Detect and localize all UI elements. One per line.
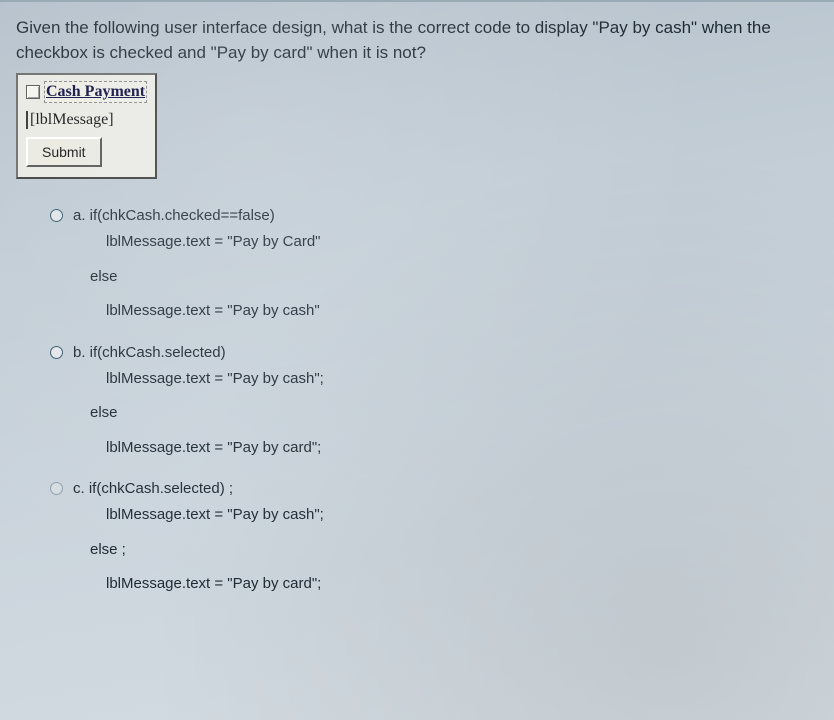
message-label: [lblMessage] bbox=[26, 111, 114, 129]
option-a-line1: lblMessage.text = "Pay by Card" bbox=[106, 228, 818, 257]
submit-button[interactable]: Submit bbox=[26, 137, 102, 167]
option-c-head: c. if(chkCash.selected) ; bbox=[73, 480, 233, 497]
ui-mockup: Cash Payment [lblMessage] Submit bbox=[16, 73, 157, 179]
option-b-line1: lblMessage.text = "Pay by cash"; bbox=[106, 365, 818, 394]
option-b: b. if(chkCash.selected) lblMessage.text … bbox=[50, 344, 818, 463]
option-a-head: a. if(chkCash.checked==false) bbox=[73, 207, 275, 224]
cash-checkbox[interactable] bbox=[26, 85, 40, 99]
option-a: a. if(chkCash.checked==false) lblMessage… bbox=[50, 207, 818, 326]
option-a-line2: lblMessage.text = "Pay by cash" bbox=[106, 297, 818, 326]
option-b-else: else bbox=[90, 399, 818, 428]
option-a-else: else bbox=[90, 263, 818, 292]
radio-a bbox=[50, 209, 63, 222]
question-text: Given the following user interface desig… bbox=[16, 16, 816, 65]
answer-options: a. if(chkCash.checked==false) lblMessage… bbox=[16, 207, 818, 599]
option-b-line2: lblMessage.text = "Pay by card"; bbox=[106, 434, 818, 463]
option-c-line1: lblMessage.text = "Pay by cash"; bbox=[106, 501, 818, 530]
option-c-line2: lblMessage.text = "Pay by card"; bbox=[106, 570, 818, 599]
option-c: c. if(chkCash.selected) ; lblMessage.tex… bbox=[50, 480, 818, 599]
question-page: Given the following user interface desig… bbox=[0, 0, 834, 720]
cash-checkbox-label: Cash Payment bbox=[44, 81, 147, 103]
radio-b[interactable] bbox=[50, 346, 63, 359]
radio-c[interactable] bbox=[50, 482, 63, 495]
option-b-head: b. if(chkCash.selected) bbox=[73, 344, 226, 361]
option-c-else: else ; bbox=[90, 536, 818, 565]
